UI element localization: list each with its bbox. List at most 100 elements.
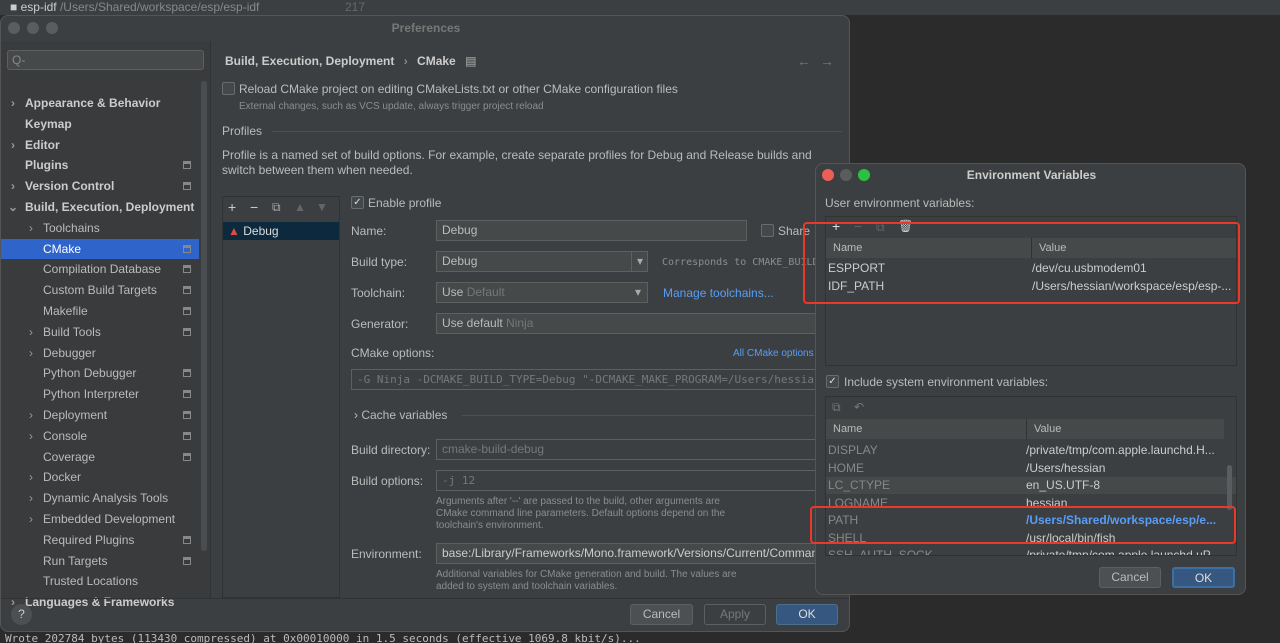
sidebar-item[interactable]: Python Debugger xyxy=(1,363,199,383)
chevron-right-icon[interactable]: › xyxy=(7,93,19,113)
sidebar-item[interactable]: Run Targets xyxy=(1,551,199,571)
chevron-right-icon[interactable]: › xyxy=(25,322,37,342)
add-profile-icon[interactable]: + xyxy=(228,199,236,215)
env-ok-button[interactable]: OK xyxy=(1172,567,1235,588)
sidebar-item-label: Console xyxy=(43,428,88,443)
manage-toolchains-link[interactable]: Manage toolchains... xyxy=(663,286,774,300)
sidebar-item[interactable]: › Console xyxy=(1,426,199,446)
chevron-right-icon[interactable]: › xyxy=(7,135,19,155)
project-level-icon xyxy=(183,286,191,295)
toolchain-select[interactable]: Use Default ▾ xyxy=(436,282,648,303)
environment-input[interactable]: base:/Library/Frameworks/Mono.framework/… xyxy=(436,543,849,564)
sidebar-item[interactable]: › Appearance & Behavior xyxy=(1,93,199,113)
sidebar-item[interactable]: › Deployment xyxy=(1,405,199,425)
move-down-icon[interactable]: ▼ xyxy=(316,200,328,214)
reload-hint: External changes, such as VCS update, al… xyxy=(239,101,544,112)
sidebar-item[interactable]: › Editor xyxy=(1,135,199,155)
zoom-window-button[interactable] xyxy=(858,169,870,181)
sidebar-item-label: Dynamic Analysis Tools xyxy=(43,491,169,506)
sidebar-item[interactable]: Custom Build Targets xyxy=(1,280,199,300)
reload-checkbox[interactable] xyxy=(222,82,235,95)
name-input[interactable]: Debug xyxy=(436,220,747,241)
sidebar-item[interactable]: › Embedded Development xyxy=(1,509,199,529)
all-cmake-options-link[interactable]: All CMake options xyxy=(733,348,814,359)
build-type-select[interactable]: Debug ▾ xyxy=(436,251,648,272)
move-up-icon[interactable]: ▲ xyxy=(294,200,306,214)
forward-icon[interactable]: → xyxy=(820,53,834,69)
sidebar-item[interactable]: ⌄ Build, Execution, Deployment xyxy=(1,197,199,217)
env-variable-row[interactable]: LC_CTYPE en_US.UTF-8 xyxy=(826,477,1236,494)
breadcrumb-current: CMake xyxy=(417,54,456,68)
sidebar-item[interactable]: Compilation Database xyxy=(1,259,199,279)
undo-icon[interactable]: ↶ xyxy=(854,400,864,414)
project-level-icon xyxy=(183,369,191,378)
env-variable-row[interactable]: DISPLAY/private/tmp/com.apple.launchd.H.… xyxy=(826,442,1236,459)
sidebar-item[interactable]: › Toolchains xyxy=(1,218,199,238)
chevron-right-icon[interactable]: › xyxy=(25,509,37,529)
env-cancel-button[interactable]: Cancel xyxy=(1099,567,1161,588)
sidebar-item-label: Makefile xyxy=(43,304,88,318)
env-variable-row[interactable]: HOME/Users/hessian xyxy=(826,460,1236,477)
sidebar-item-label: Required Plugins xyxy=(43,532,135,547)
sidebar-item[interactable]: › Build Tools xyxy=(1,322,199,342)
generator-select[interactable]: Use default Ninja xyxy=(436,313,849,334)
build-options-input[interactable]: -j 12 xyxy=(436,470,849,491)
sidebar-item[interactable]: Coverage xyxy=(1,447,199,467)
build-directory-input[interactable]: cmake-build-debug xyxy=(436,439,849,460)
include-system-checkbox[interactable]: ✓ xyxy=(826,375,839,388)
sidebar-item[interactable]: › Docker xyxy=(1,467,199,487)
profile-name: Debug xyxy=(243,224,279,238)
chevron-right-icon[interactable]: › xyxy=(25,405,37,425)
column-name[interactable]: Name xyxy=(833,419,862,439)
zoom-window-button[interactable] xyxy=(46,22,58,34)
copy-icon[interactable]: ⧉ xyxy=(832,400,841,415)
project-name[interactable]: esp-idf xyxy=(21,0,57,14)
chevron-right-icon[interactable]: › xyxy=(25,343,37,363)
sidebar-item[interactable]: › Dynamic Analysis Tools xyxy=(1,488,199,508)
minimize-window-button[interactable] xyxy=(27,22,39,34)
ok-button[interactable]: OK xyxy=(776,604,838,625)
env-variable-value: /Users/hessian xyxy=(1026,460,1106,475)
breadcrumb-parent[interactable]: Build, Execution, Deployment xyxy=(225,54,394,68)
sidebar-item[interactable]: Plugins xyxy=(1,155,199,175)
sidebar-item-label: Debugger xyxy=(43,345,96,360)
copy-profile-icon[interactable]: ⧉ xyxy=(272,200,281,215)
close-window-button[interactable] xyxy=(8,22,20,34)
minimize-window-button[interactable] xyxy=(840,169,852,181)
sidebar-item[interactable]: Required Plugins xyxy=(1,530,199,550)
toolchain-label: Toolchain: xyxy=(351,286,406,300)
settings-search-input[interactable]: Q- xyxy=(7,50,204,70)
column-value[interactable]: Value xyxy=(1026,419,1061,439)
chevron-right-icon[interactable]: › xyxy=(25,488,37,508)
chevron-right-icon[interactable]: › xyxy=(25,467,37,487)
profile-item-debug[interactable]: ▲ Debug xyxy=(223,222,339,240)
cmake-options-input[interactable]: -G Ninja -DCMAKE_BUILD_TYPE=Debug "-DCMA… xyxy=(351,369,849,390)
enable-profile-checkbox[interactable]: ✓ xyxy=(351,196,364,209)
sidebar-item[interactable]: Trusted Locations xyxy=(1,571,199,591)
apply-button[interactable]: Apply xyxy=(704,604,766,625)
cache-variables-toggle[interactable]: › Cache variables xyxy=(354,408,447,422)
sidebar-item[interactable]: Keymap xyxy=(1,114,199,134)
close-window-button[interactable] xyxy=(822,169,834,181)
chevron-right-icon[interactable]: › xyxy=(25,426,37,446)
chevron-right-icon[interactable]: › xyxy=(7,176,19,196)
env-variable-row[interactable]: SSH_AUTH_SOCK/private/tmp/com.apple.laun… xyxy=(826,547,1236,555)
cancel-button[interactable]: Cancel xyxy=(630,604,693,625)
chevron-down-icon[interactable]: ⌄ xyxy=(7,197,19,217)
sidebar-scrollbar[interactable] xyxy=(201,81,207,551)
sidebar-item[interactable]: › Version Control xyxy=(1,176,199,196)
remove-profile-icon[interactable]: − xyxy=(250,199,258,215)
profile-list: + − ⧉ ▲ ▼ ▲ Debug xyxy=(222,196,340,598)
sidebar-item[interactable]: CMake xyxy=(1,238,199,259)
sidebar-item[interactable]: › Debugger xyxy=(1,343,199,363)
sidebar-item[interactable]: Python Interpreter xyxy=(1,384,199,404)
breadcrumb: Build, Execution, Deployment › CMake ▤ xyxy=(225,54,476,68)
system-table-scrollbar[interactable] xyxy=(1227,465,1232,510)
project-level-icon xyxy=(183,411,191,419)
env-variable-value: en_US.UTF-8 xyxy=(1026,478,1101,492)
help-button[interactable]: ? xyxy=(11,604,32,625)
sidebar-item[interactable]: Makefile xyxy=(1,301,199,321)
back-icon[interactable]: ← xyxy=(797,53,811,69)
share-checkbox[interactable] xyxy=(761,224,774,237)
chevron-right-icon[interactable]: › xyxy=(25,218,37,238)
